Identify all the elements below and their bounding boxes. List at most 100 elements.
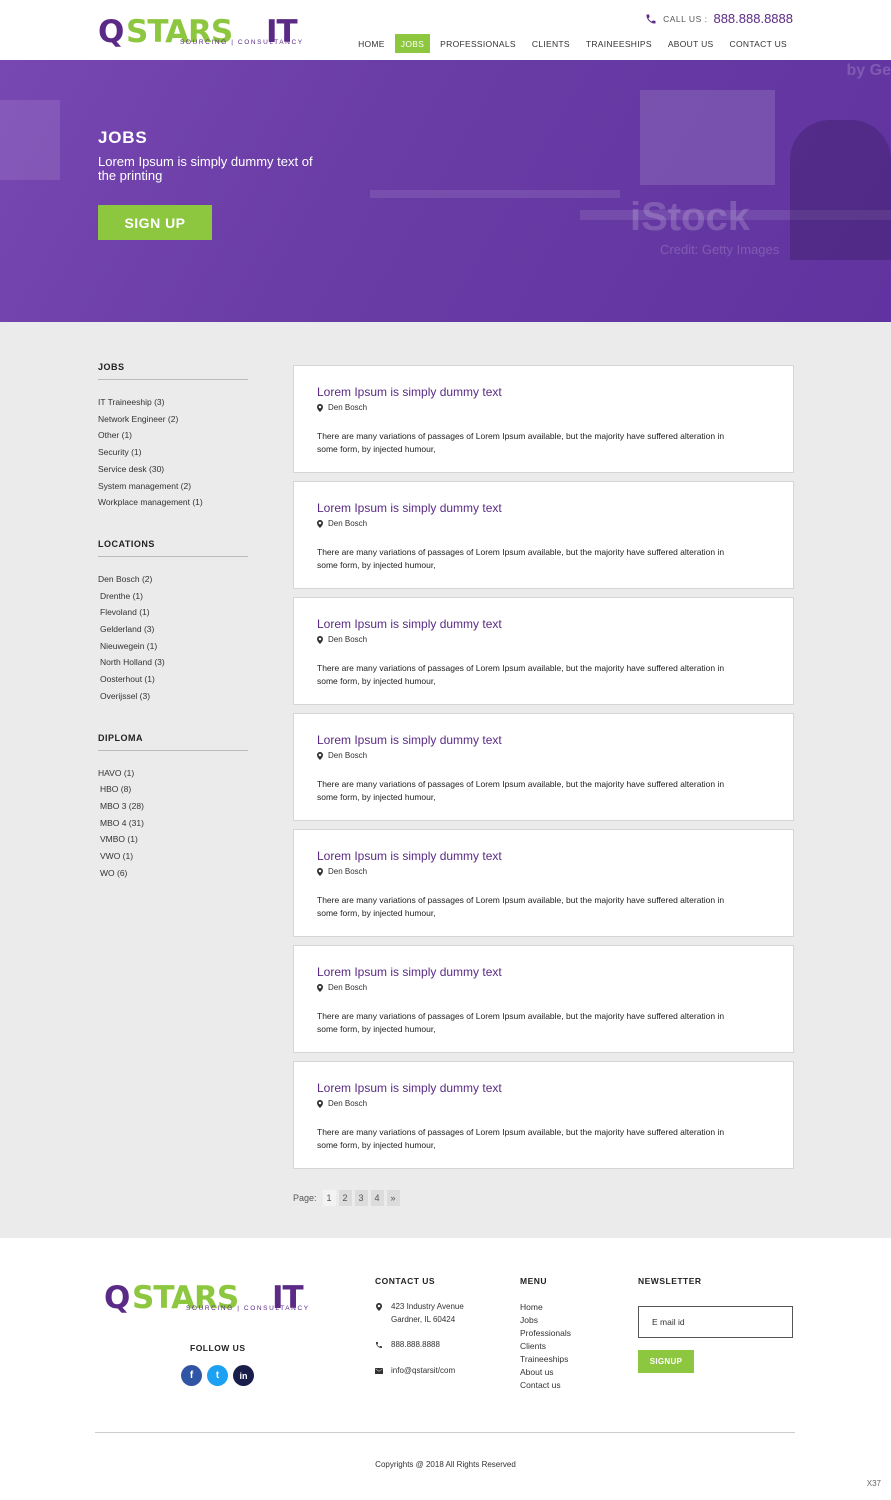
nav-home[interactable]: HOME: [352, 34, 391, 53]
footer-menu: Home Jobs Professionals Clients Trainees…: [520, 1301, 571, 1392]
footer-logo[interactable]: Q STARS IT SOURCING | CONSULTANCY: [104, 1280, 314, 1316]
page-title: JOBS: [98, 128, 148, 147]
linkedin-icon[interactable]: in: [233, 1365, 254, 1386]
location-pin-icon: [317, 867, 323, 876]
hero-signup-button[interactable]: SIGN UP: [98, 205, 212, 240]
follow-us-label: FOLLOW US: [190, 1343, 246, 1353]
job-location-text: Den Bosch: [328, 983, 368, 992]
filter-item[interactable]: VWO (1): [98, 848, 248, 865]
job-title[interactable]: Lorem Ipsum is simply dummy text: [317, 501, 502, 515]
envelope-icon: [375, 1368, 383, 1374]
site-header: Q STARS IT SOURCING | CONSULTANCY CALL U…: [0, 0, 891, 60]
footer-menu-item[interactable]: Clients: [520, 1340, 571, 1353]
nav-traineeships[interactable]: TRAINEESHIPS: [580, 34, 658, 53]
logo[interactable]: Q STARS IT SOURCING | CONSULTANCY: [98, 14, 318, 50]
page-link-1[interactable]: 1: [322, 1190, 336, 1206]
filter-item[interactable]: HBO (8): [98, 781, 248, 798]
job-description: There are many variations of passages of…: [317, 779, 725, 802]
nav-contact-us[interactable]: CONTACT US: [724, 34, 793, 53]
job-location: Den Bosch: [317, 867, 367, 876]
footer-menu-item[interactable]: About us: [520, 1366, 571, 1379]
filter-item[interactable]: Nieuwegein (1): [98, 638, 248, 655]
filter-item[interactable]: Oosterhout (1): [98, 671, 248, 688]
job-title[interactable]: Lorem Ipsum is simply dummy text: [317, 965, 502, 979]
logo-q: Q: [98, 14, 124, 50]
filter-title: DIPLOMA: [98, 733, 248, 751]
footer-menu-item[interactable]: Traineeships: [520, 1353, 571, 1366]
filter-item[interactable]: VMBO (1): [98, 831, 248, 848]
footer-menu-item[interactable]: Contact us: [520, 1379, 571, 1392]
call-number[interactable]: 888.888.8888: [713, 11, 793, 26]
job-location: Den Bosch: [317, 519, 367, 528]
job-location-text: Den Bosch: [328, 751, 368, 760]
call-label: CALL US :: [663, 13, 708, 24]
pagination-label: Page:: [293, 1193, 317, 1203]
filter-item[interactable]: Overijssel (3): [98, 688, 248, 705]
office-person: [790, 120, 891, 260]
watermark: iStock: [630, 195, 751, 239]
office-desk: [370, 190, 620, 198]
nav-professionals[interactable]: PROFESSIONALS: [434, 34, 522, 53]
job-card[interactable]: Lorem Ipsum is simply dummy text Den Bos…: [293, 713, 794, 821]
newsletter-email-input[interactable]: [638, 1306, 793, 1338]
location-pin-icon: [317, 519, 323, 528]
job-location-text: Den Bosch: [328, 403, 368, 412]
job-title[interactable]: Lorem Ipsum is simply dummy text: [317, 1081, 502, 1095]
location-pin-icon: [317, 983, 323, 992]
job-title[interactable]: Lorem Ipsum is simply dummy text: [317, 385, 502, 399]
job-description: There are many variations of passages of…: [317, 663, 725, 686]
filter-item[interactable]: Den Bosch (2): [98, 571, 248, 588]
job-card[interactable]: Lorem Ipsum is simply dummy text Den Bos…: [293, 829, 794, 937]
filter-item[interactable]: MBO 3 (28): [98, 798, 248, 815]
job-card[interactable]: Lorem Ipsum is simply dummy text Den Bos…: [293, 481, 794, 589]
job-location-text: Den Bosch: [328, 519, 368, 528]
job-card[interactable]: Lorem Ipsum is simply dummy text Den Bos…: [293, 1061, 794, 1169]
facebook-icon[interactable]: f: [181, 1365, 202, 1386]
filter-item[interactable]: Drenthe (1): [98, 588, 248, 605]
call-us: CALL US : 888.888.8888: [645, 11, 793, 26]
filter-item[interactable]: Gelderland (3): [98, 621, 248, 638]
pagination: Page: 1 2 3 4 »: [293, 1190, 400, 1206]
filter-item[interactable]: Workplace management (1): [98, 494, 248, 511]
page-link-4[interactable]: 4: [370, 1190, 384, 1206]
twitter-icon[interactable]: t: [207, 1365, 228, 1386]
footer-menu-item[interactable]: Professionals: [520, 1327, 571, 1340]
job-card[interactable]: Lorem Ipsum is simply dummy text Den Bos…: [293, 945, 794, 1053]
page-link-2[interactable]: 2: [338, 1190, 352, 1206]
job-list: Lorem Ipsum is simply dummy text Den Bos…: [293, 365, 794, 1177]
site-footer: Q STARS IT SOURCING | CONSULTANCY FOLLOW…: [0, 1238, 891, 1500]
page-link-3[interactable]: 3: [354, 1190, 368, 1206]
nav-jobs[interactable]: JOBS: [394, 34, 431, 53]
address-line-1: 423 Industry Avenue: [391, 1302, 464, 1311]
job-description: There are many variations of passages of…: [317, 1011, 725, 1034]
filter-item[interactable]: Other (1): [98, 427, 248, 444]
copyright: Copyrights @ 2018 All Rights Reserved: [375, 1460, 516, 1469]
job-title[interactable]: Lorem Ipsum is simply dummy text: [317, 733, 502, 747]
page-next-button[interactable]: »: [386, 1190, 400, 1206]
footer-email[interactable]: info@qstarsit/com: [391, 1365, 455, 1378]
filter-item[interactable]: Network Engineer (2): [98, 411, 248, 428]
footer-menu-item[interactable]: Home: [520, 1301, 571, 1314]
filter-jobs: JOBS IT Traineeship (3) Network Engineer…: [98, 362, 248, 511]
footer-phone[interactable]: 888.888.8888: [391, 1339, 440, 1352]
filter-item[interactable]: System management (2): [98, 478, 248, 495]
filter-item[interactable]: North Holland (3): [98, 654, 248, 671]
footer-menu-item[interactable]: Jobs: [520, 1314, 571, 1327]
newsletter-signup-button[interactable]: SIGNUP: [638, 1350, 694, 1373]
filter-title: LOCATIONS: [98, 539, 248, 557]
filter-item[interactable]: Service desk (30): [98, 461, 248, 478]
job-card[interactable]: Lorem Ipsum is simply dummy text Den Bos…: [293, 365, 794, 473]
nav-about-us[interactable]: ABOUT US: [662, 34, 720, 53]
filter-item[interactable]: HAVO (1): [98, 765, 248, 782]
filter-item[interactable]: MBO 4 (31): [98, 815, 248, 832]
job-location-text: Den Bosch: [328, 635, 368, 644]
filter-item[interactable]: IT Traineeship (3): [98, 394, 248, 411]
job-title[interactable]: Lorem Ipsum is simply dummy text: [317, 617, 502, 631]
filter-item[interactable]: Security (1): [98, 444, 248, 461]
filter-item[interactable]: WO (6): [98, 865, 248, 882]
filter-item[interactable]: Flevoland (1): [98, 604, 248, 621]
job-card[interactable]: Lorem Ipsum is simply dummy text Den Bos…: [293, 597, 794, 705]
job-location: Den Bosch: [317, 983, 367, 992]
nav-clients[interactable]: CLIENTS: [526, 34, 576, 53]
job-title[interactable]: Lorem Ipsum is simply dummy text: [317, 849, 502, 863]
